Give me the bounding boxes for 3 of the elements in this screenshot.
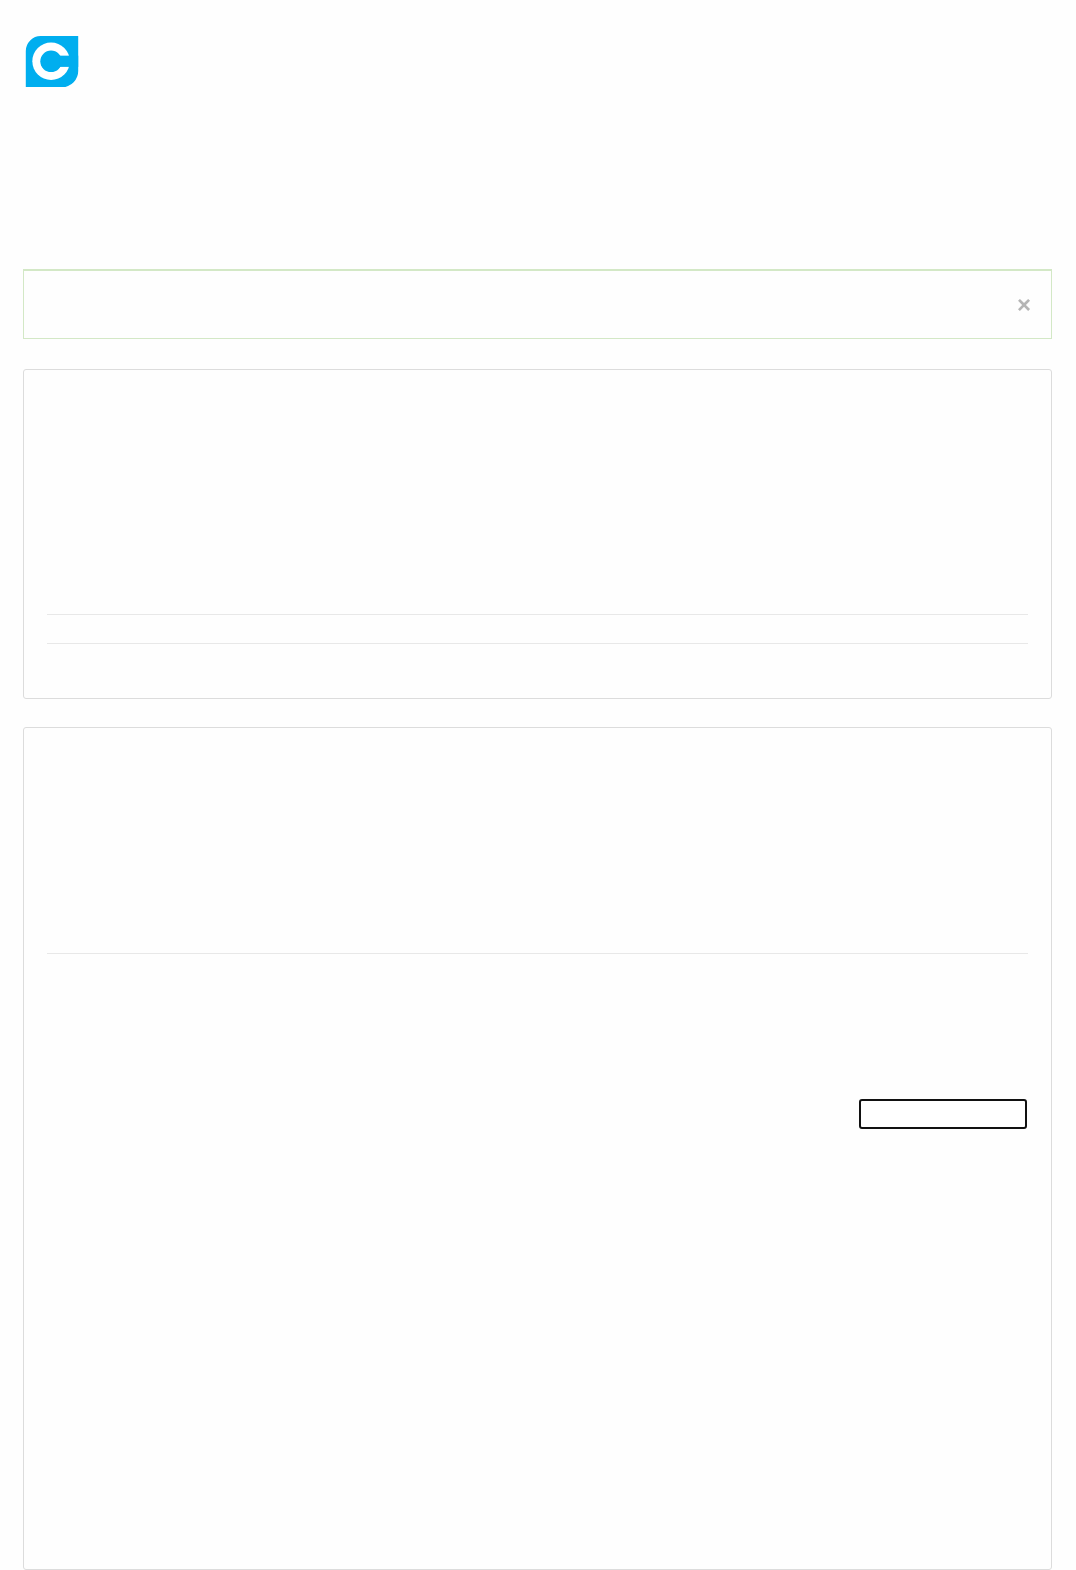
input-field[interactable] xyxy=(859,1099,1027,1130)
close-button[interactable]: × xyxy=(1017,292,1031,317)
logo-icon xyxy=(24,36,80,88)
